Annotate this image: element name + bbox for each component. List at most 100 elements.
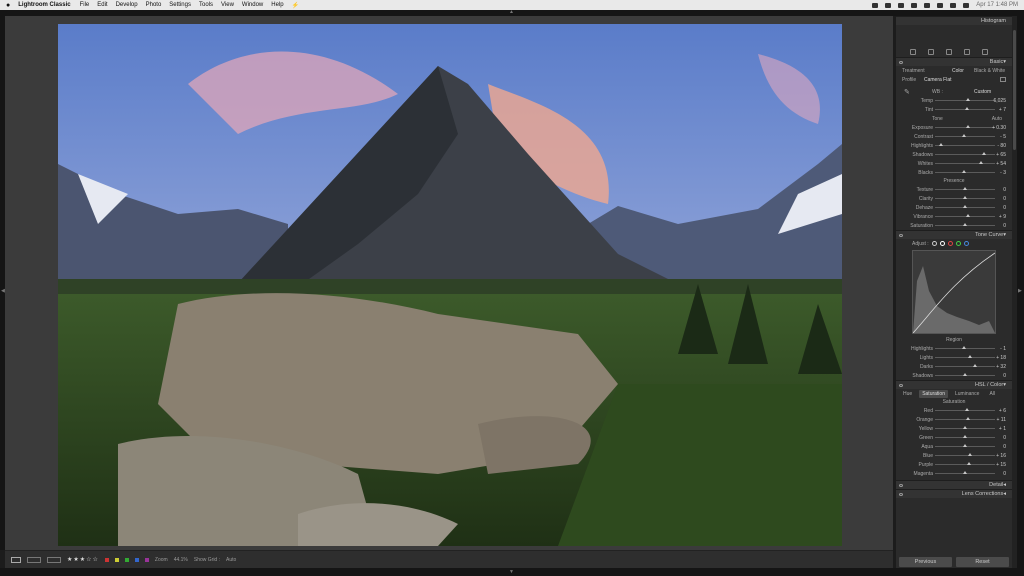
profile-browser-icon[interactable] bbox=[1000, 77, 1006, 82]
slider-track[interactable] bbox=[935, 464, 995, 465]
slider-value[interactable]: + 7 bbox=[999, 107, 1006, 113]
lens-corrections-header[interactable]: Lens Corrections ◂ bbox=[896, 489, 1012, 498]
histogram-header[interactable]: Histogram bbox=[896, 16, 1012, 25]
tone-curve-graph[interactable] bbox=[912, 250, 996, 334]
apple-icon[interactable]: ● bbox=[6, 2, 10, 9]
slider-thumb[interactable] bbox=[966, 125, 970, 128]
slider-value[interactable]: - 3 bbox=[1000, 170, 1006, 176]
menu-view[interactable]: View bbox=[221, 2, 234, 8]
detail-header[interactable]: Detail ◂ bbox=[896, 480, 1012, 489]
slider-thumb[interactable] bbox=[967, 453, 972, 456]
menu-edit[interactable]: Edit bbox=[97, 2, 107, 8]
status-icon[interactable] bbox=[937, 2, 944, 8]
slider-value[interactable]: + 18 bbox=[996, 355, 1006, 361]
brush-tool-icon[interactable] bbox=[946, 49, 952, 55]
slider-thumb[interactable] bbox=[979, 161, 984, 164]
slider-thumb[interactable] bbox=[939, 143, 943, 146]
eye-icon[interactable] bbox=[899, 233, 903, 237]
filmstrip-toggle-icon[interactable]: ▼ bbox=[509, 570, 514, 575]
status-icon[interactable] bbox=[872, 2, 879, 8]
slider-thumb[interactable] bbox=[966, 417, 970, 420]
slider-thumb[interactable] bbox=[968, 355, 973, 358]
slider-thumb[interactable] bbox=[963, 223, 967, 226]
top-panel-toggle-icon[interactable]: ▲ bbox=[509, 10, 514, 15]
slider-thumb[interactable] bbox=[964, 107, 969, 110]
slider-value[interactable]: 0 bbox=[1003, 471, 1006, 477]
slider-track[interactable] bbox=[935, 366, 995, 367]
status-icon[interactable] bbox=[885, 2, 892, 8]
slider-value[interactable]: 0 bbox=[1003, 187, 1006, 193]
app-name-menu[interactable]: Lightroom Classic bbox=[18, 2, 70, 8]
status-icon[interactable] bbox=[924, 2, 931, 8]
photo-preview[interactable] bbox=[58, 24, 842, 546]
blue-label-icon[interactable] bbox=[134, 557, 139, 562]
slider-track[interactable] bbox=[935, 127, 995, 128]
redeye-tool-icon[interactable] bbox=[964, 49, 970, 55]
slider-track[interactable] bbox=[935, 100, 995, 101]
slider-value[interactable]: 0 bbox=[1003, 373, 1006, 379]
slider-value[interactable]: - 80 bbox=[997, 143, 1006, 149]
right-panel-strip[interactable]: ▶ bbox=[1017, 16, 1024, 568]
slider-value[interactable]: + 32 bbox=[996, 364, 1006, 370]
green-label-icon[interactable] bbox=[124, 557, 129, 562]
tab-hue[interactable]: Hue bbox=[900, 390, 915, 398]
menu-tools[interactable]: Tools bbox=[199, 2, 213, 8]
slider-track[interactable] bbox=[935, 455, 995, 456]
eye-icon[interactable] bbox=[899, 383, 903, 387]
slider-thumb[interactable] bbox=[966, 214, 970, 217]
menu-file[interactable]: File bbox=[80, 2, 90, 8]
slider-thumb[interactable] bbox=[962, 346, 967, 349]
slider-value[interactable]: + 0.30 bbox=[992, 125, 1006, 131]
filmstrip-strip[interactable]: ▼ bbox=[0, 568, 1024, 576]
slider-thumb[interactable] bbox=[966, 98, 970, 101]
menu-settings[interactable]: Settings bbox=[169, 2, 191, 8]
menu-develop[interactable]: Develop bbox=[116, 2, 138, 8]
slider-thumb[interactable] bbox=[963, 205, 967, 208]
slider-track[interactable] bbox=[935, 216, 995, 217]
slider-thumb[interactable] bbox=[963, 373, 967, 376]
slider-value[interactable]: 0 bbox=[1003, 435, 1006, 441]
treatment-bw-button[interactable]: Black & White bbox=[974, 68, 1005, 74]
tone-curve-header[interactable]: Tone Curve ▾ bbox=[896, 230, 1012, 239]
eye-icon[interactable] bbox=[899, 492, 903, 496]
zoom-value[interactable]: 44.1% bbox=[174, 557, 188, 563]
battery-icon[interactable] bbox=[963, 2, 970, 8]
wb-dropdown[interactable]: Custom bbox=[974, 89, 991, 95]
slider-value[interactable]: + 11 bbox=[997, 417, 1007, 423]
reset-button[interactable]: Reset bbox=[956, 557, 1009, 567]
slider-value[interactable]: - 5 bbox=[1000, 134, 1006, 140]
wifi-icon[interactable] bbox=[950, 2, 957, 8]
slider-thumb[interactable] bbox=[963, 426, 967, 429]
slider-thumb[interactable] bbox=[963, 435, 967, 438]
slider-value[interactable]: + 54 bbox=[996, 161, 1006, 167]
slider-value[interactable]: + 9 bbox=[999, 214, 1006, 220]
panel-scrollbar-thumb[interactable] bbox=[1013, 30, 1016, 150]
tone-auto-button[interactable]: Auto bbox=[992, 116, 1002, 122]
yellow-label-icon[interactable] bbox=[114, 557, 119, 562]
slider-thumb[interactable] bbox=[964, 408, 969, 411]
status-icon[interactable] bbox=[898, 2, 905, 8]
slider-thumb[interactable] bbox=[972, 364, 977, 367]
tab-luminance[interactable]: Luminance bbox=[952, 390, 982, 398]
eye-icon[interactable] bbox=[899, 483, 903, 487]
slider-value[interactable]: + 65 bbox=[996, 152, 1006, 158]
treatment-color-button[interactable]: Color bbox=[952, 68, 964, 74]
slider-thumb[interactable] bbox=[961, 170, 966, 173]
mask-tool-icon[interactable] bbox=[982, 49, 988, 55]
menu-photo[interactable]: Photo bbox=[146, 2, 162, 8]
tab-saturation[interactable]: Saturation bbox=[919, 389, 948, 398]
hsl-header[interactable]: HSL / Color ▾ bbox=[896, 380, 1012, 389]
slider-track[interactable] bbox=[935, 145, 995, 146]
star-rating[interactable]: ★★★☆☆ bbox=[67, 556, 99, 563]
basic-panel-header[interactable]: Basic ▾ bbox=[896, 57, 1012, 66]
slider-thumb[interactable] bbox=[967, 462, 972, 465]
slider-track[interactable] bbox=[935, 163, 995, 164]
eye-icon[interactable] bbox=[899, 60, 903, 64]
compare-view-icon[interactable] bbox=[47, 556, 61, 563]
slider-thumb[interactable] bbox=[961, 134, 966, 137]
slider-value[interactable]: 0 bbox=[1003, 196, 1006, 202]
menu-help[interactable]: Help bbox=[271, 2, 283, 8]
slider-thumb[interactable] bbox=[963, 196, 967, 199]
slider-value[interactable]: + 15 bbox=[996, 462, 1006, 468]
parametric-curve-icon[interactable] bbox=[932, 241, 937, 246]
